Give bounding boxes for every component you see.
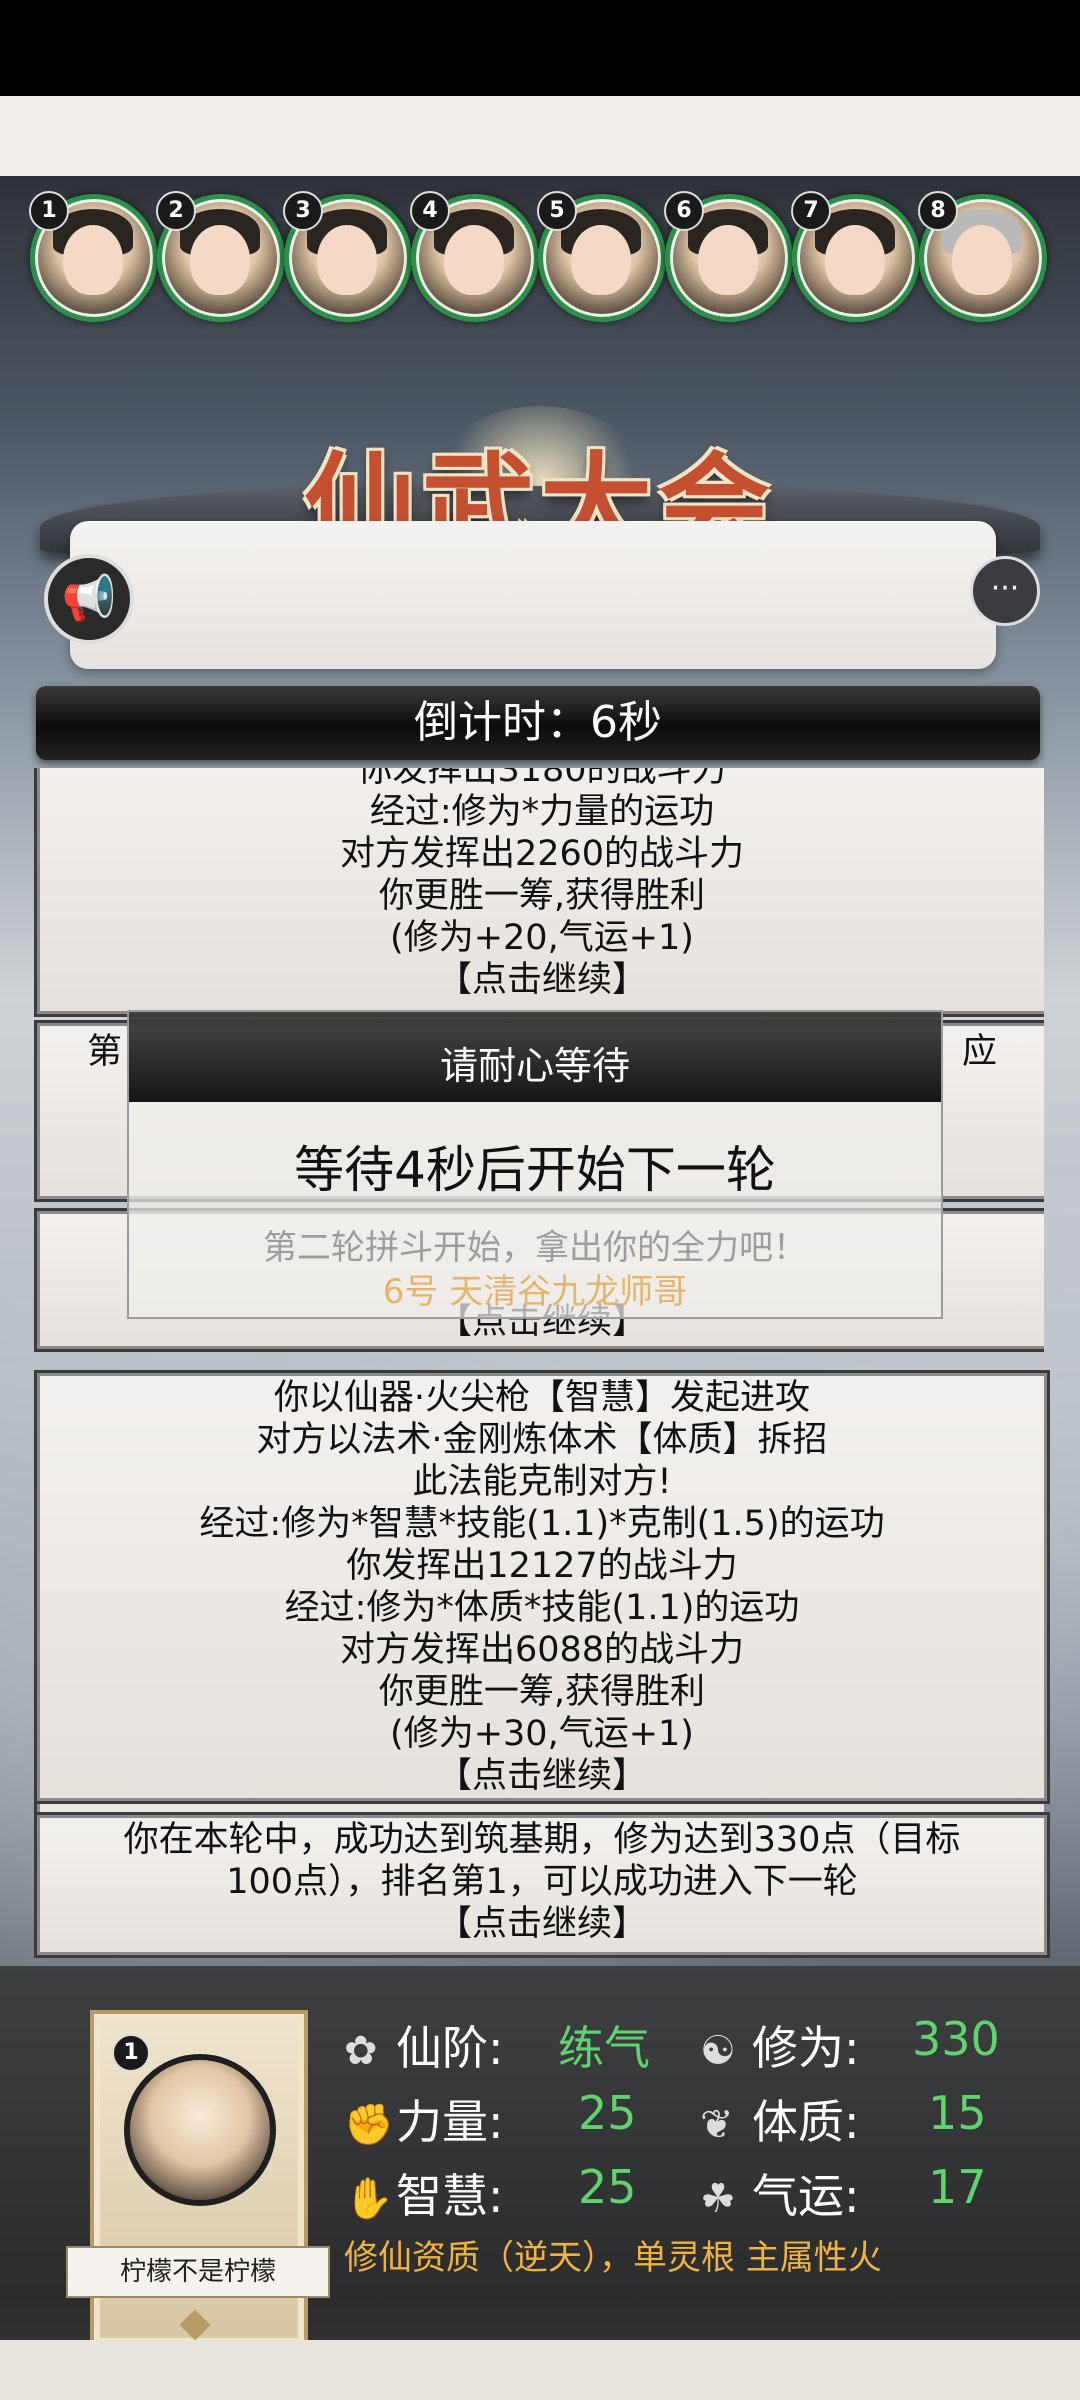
participant-number: 6 xyxy=(664,191,704,231)
stat-label: 气运: xyxy=(752,2169,860,2223)
log-partial-start: 第 xyxy=(87,1032,123,1072)
stat-xianjie-value: 练气 xyxy=(558,2021,650,2075)
log-card-battle[interactable]: 你以仙器·火尖枪【智慧】发起进攻 对方以法术·金刚炼体术【体质】拆招 此法能克制… xyxy=(34,1370,1050,1804)
participant-avatar-3[interactable]: 3 xyxy=(283,191,412,322)
talent-text: 修仙资质（逆天），单灵根 主属性火 xyxy=(344,2238,882,2278)
avatar-face xyxy=(825,225,885,295)
log-line: 你以仙器·火尖枪【智慧】发起进攻 xyxy=(273,1378,811,1418)
waiting-popup: 请耐心等待 等待4秒后开始下一轮 第二轮拼斗开始，拿出你的全力吧！ 6号 天清谷… xyxy=(127,1010,943,1319)
status-bar xyxy=(0,0,1080,96)
hand-icon: ✋ xyxy=(344,2176,394,2222)
popup-bg-line1: 第二轮拼斗开始，拿出你的全力吧！ xyxy=(263,1228,807,1268)
tassel-ornament xyxy=(179,2309,211,2341)
log-line: 你更胜一筹,获得胜利 xyxy=(378,876,706,916)
log-line: (修为+30,气运+1) xyxy=(390,1714,694,1754)
broadcast-panel xyxy=(70,521,996,669)
stat-liliang-value: 25 xyxy=(578,2086,637,2140)
stat-zhihui-value: 25 xyxy=(578,2160,637,2214)
log-line: 100点），排名第1，可以成功进入下一轮 xyxy=(226,1862,858,1902)
log-line: 经过:修为*力量的运功 xyxy=(369,792,715,832)
log-line: 对方以法术·金刚炼体术【体质】拆招 xyxy=(256,1420,828,1460)
top-strip xyxy=(0,96,1080,176)
participant-avatar-7[interactable]: 7 xyxy=(791,191,920,322)
stat-label: 仙阶: xyxy=(396,2021,504,2075)
log-line: 你在本轮中，成功达到筑基期，修为达到330点（目标 xyxy=(123,1820,961,1860)
avatar-face xyxy=(952,225,1012,295)
popup-message: 等待4秒后开始下一轮 xyxy=(294,1141,776,1199)
avatar-face xyxy=(698,225,758,295)
participant-number: 8 xyxy=(918,191,958,231)
stat-label: 力量: xyxy=(396,2095,504,2149)
participant-avatar-5[interactable]: 5 xyxy=(537,191,666,322)
participant-avatar-6[interactable]: 6 xyxy=(664,191,793,322)
log-card-result[interactable]: 你在本轮中，成功达到筑基期，修为达到330点（目标 100点），排名第1，可以成… xyxy=(34,1812,1050,1958)
continue-link[interactable]: 【点击继续】 xyxy=(37,1903,1047,1945)
stat-xiuwei-value: 330 xyxy=(912,2012,1000,2066)
stat-zhihui: ✋智慧: xyxy=(344,2160,504,2226)
log-line: 你发挥出3180的战斗力 xyxy=(357,768,727,790)
stat-liliang: ✊力量: xyxy=(344,2086,504,2152)
log-partial-end: 应 xyxy=(961,1032,997,1072)
log-line: 经过:修为*智慧*技能(1.1)*克制(1.5)的运功 xyxy=(199,1504,885,1544)
log-line: 对方发挥出2260的战斗力 xyxy=(339,834,745,874)
avatar-face xyxy=(317,225,377,295)
stat-label: 体质: xyxy=(752,2095,860,2149)
avatar-face xyxy=(571,225,631,295)
log-line: 你更胜一筹,获得胜利 xyxy=(378,1672,706,1712)
log-line: 经过:修为*体质*技能(1.1)的运功 xyxy=(284,1588,800,1628)
stat-label: 智慧: xyxy=(396,2169,504,2223)
log-line: 对方发挥出6088的战斗力 xyxy=(339,1630,745,1670)
stat-tizhi: ❦ 体质: xyxy=(700,2086,860,2152)
stat-qiyun-value: 17 xyxy=(928,2160,987,2214)
participant-number: 2 xyxy=(156,191,196,231)
leaf-icon: ❦ xyxy=(700,2102,734,2148)
player-name: 柠檬不是柠檬 xyxy=(66,2246,330,2298)
countdown-timer: 倒计时：6秒 xyxy=(36,686,1040,760)
megaphone-icon[interactable]: 📢 xyxy=(44,554,134,644)
participant-number: 1 xyxy=(29,191,69,231)
swirl-icon: ☯ xyxy=(700,2028,736,2074)
lotus-icon: ✿ xyxy=(344,2028,378,2074)
player-portrait[interactable]: 1 柠檬不是柠檬 xyxy=(66,2010,330,2348)
clover-icon: ☘ xyxy=(700,2176,736,2222)
log-line: 你发挥出12127的战斗力 xyxy=(346,1546,738,1586)
participant-number: 3 xyxy=(283,191,323,231)
continue-link[interactable]: 【点击继续】 xyxy=(37,959,1044,1001)
participant-number: 7 xyxy=(791,191,831,231)
avatar-face xyxy=(190,225,250,295)
bottom-strip xyxy=(0,2340,1080,2400)
avatar-face xyxy=(444,225,504,295)
log-line: (修为+20,气运+1) xyxy=(390,918,694,958)
participant-avatar-1[interactable]: 1 xyxy=(29,191,158,322)
stat-label: 修为: xyxy=(752,2021,860,2075)
stat-xianjie: ✿ 仙阶: xyxy=(344,2012,504,2078)
continue-link[interactable]: 【点击继续】 xyxy=(37,1755,1047,1797)
participant-avatar-2[interactable]: 2 xyxy=(156,191,285,322)
log-line: 此法能克制对方! xyxy=(412,1462,672,1502)
popup-header: 请耐心等待 xyxy=(129,1012,941,1102)
participant-number: 4 xyxy=(410,191,450,231)
fist-icon: ✊ xyxy=(344,2102,394,2148)
stat-tizhi-value: 15 xyxy=(928,2086,987,2140)
player-avatar xyxy=(124,2054,276,2206)
log-card-round1[interactable]: 你发挥出3180的战斗力 经过:修为*力量的运功 对方发挥出2260的战斗力 你… xyxy=(34,768,1044,1017)
participants-row: 1 2 3 4 5 6 7 8 xyxy=(29,191,1050,322)
avatar-face xyxy=(63,225,123,295)
popup-bg-line2: 6号 天清谷九龙师哥 xyxy=(382,1272,688,1312)
participant-avatar-8[interactable]: 8 xyxy=(918,191,1047,322)
participant-number: 5 xyxy=(537,191,577,231)
player-number: 1 xyxy=(112,2034,150,2072)
stat-xiuwei: ☯ 修为: xyxy=(700,2012,860,2078)
stat-qiyun: ☘ 气运: xyxy=(700,2160,860,2226)
chat-icon[interactable]: ··· xyxy=(970,556,1040,626)
participant-avatar-4[interactable]: 4 xyxy=(410,191,539,322)
